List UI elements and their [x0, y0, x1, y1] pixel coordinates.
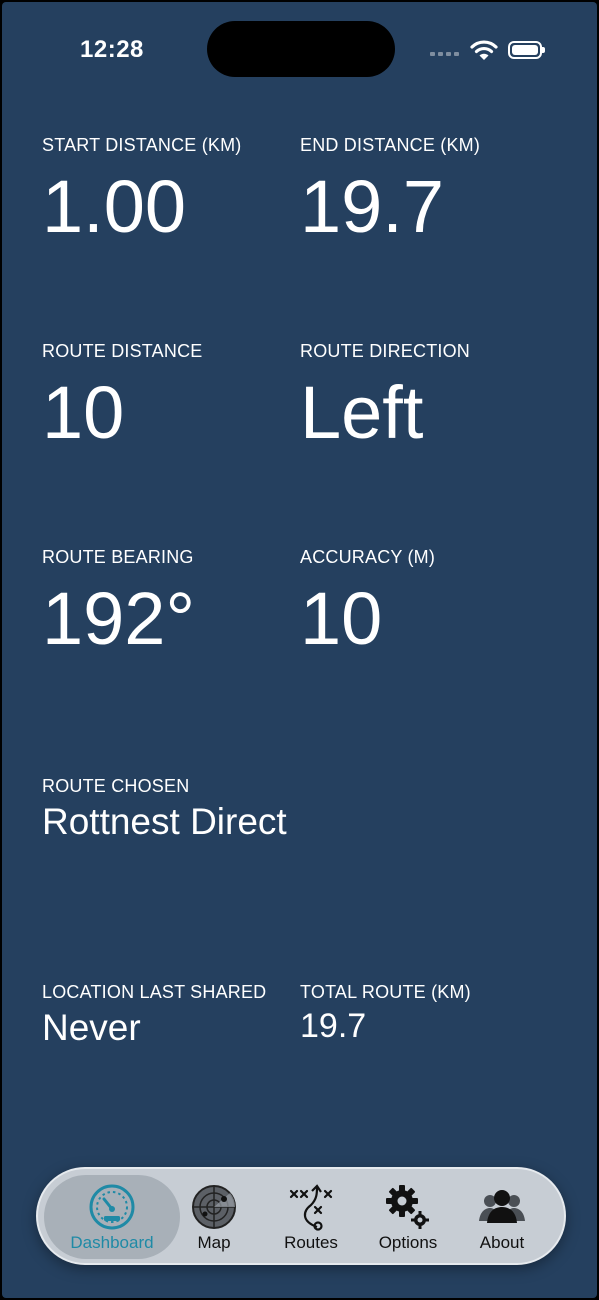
route-plan-icon	[289, 1184, 333, 1231]
tab-dashboard-label: Dashboard	[70, 1233, 154, 1252]
cellular-signal-icon	[430, 52, 459, 56]
status-time: 12:28	[80, 36, 144, 63]
route-direction-label: ROUTE DIRECTION	[300, 341, 471, 361]
end-distance-value: 19.7	[300, 165, 445, 248]
route-chosen-label: ROUTE CHOSEN	[42, 776, 190, 796]
total-route-value: 19.7	[300, 1007, 367, 1045]
tab-routes-label: Routes	[284, 1233, 338, 1252]
battery-icon	[508, 41, 545, 59]
speedometer-icon	[89, 1184, 135, 1230]
tab-options[interactable]: Options	[368, 1175, 448, 1259]
stat-route-bearing: ROUTE BEARING 192°	[42, 547, 195, 656]
route-chosen-value: Rottnest Direct	[42, 801, 287, 842]
stat-route-distance: ROUTE DISTANCE 10	[42, 341, 202, 450]
tab-about[interactable]: About	[462, 1175, 542, 1259]
start-distance-label: START DISTANCE (KM)	[42, 135, 242, 155]
gears-icon	[386, 1185, 429, 1229]
tab-map[interactable]: Map	[174, 1175, 254, 1259]
dashboard-screen: 12:28 START DISTANCE (KM) 1.00 END DISTA…	[2, 2, 597, 1298]
start-distance-value: 1.00	[42, 165, 187, 248]
tab-options-label: Options	[378, 1233, 438, 1252]
stat-accuracy: ACCURACY (M) 10	[300, 547, 435, 656]
location-last-shared-label: LOCATION LAST SHARED	[42, 982, 267, 1002]
people-icon	[479, 1190, 525, 1223]
stat-route-chosen: ROUTE CHOSEN Rottnest Direct	[42, 776, 287, 840]
stat-start-distance: START DISTANCE (KM) 1.00	[42, 135, 241, 244]
route-bearing-label: ROUTE BEARING	[42, 547, 194, 567]
route-distance-label: ROUTE DISTANCE	[42, 341, 203, 361]
tab-about-label: About	[479, 1233, 525, 1252]
tab-map-label: Map	[197, 1233, 231, 1252]
route-bearing-value: 192°	[42, 577, 196, 660]
radar-icon	[192, 1185, 236, 1229]
total-route-label: TOTAL ROUTE (KM)	[300, 982, 471, 1002]
tab-bar: Dashboard Map Routes Options About	[36, 1167, 566, 1265]
stat-location-last-shared: LOCATION LAST SHARED Never	[42, 982, 266, 1046]
accuracy-value: 10	[300, 577, 383, 660]
stat-end-distance: END DISTANCE (KM) 19.7	[300, 135, 480, 244]
dynamic-island	[207, 21, 395, 77]
wifi-icon	[470, 40, 498, 60]
tab-dashboard[interactable]: Dashboard	[44, 1175, 180, 1259]
route-distance-value: 10	[42, 371, 125, 454]
tab-routes[interactable]: Routes	[270, 1175, 352, 1259]
end-distance-label: END DISTANCE (KM)	[300, 135, 481, 155]
route-direction-value: Left	[300, 371, 424, 454]
accuracy-label: ACCURACY (M)	[300, 547, 436, 567]
location-last-shared-value: Never	[42, 1007, 141, 1048]
stat-route-direction: ROUTE DIRECTION Left	[300, 341, 470, 450]
stat-total-route: TOTAL ROUTE (KM) 19.7	[300, 982, 471, 1043]
